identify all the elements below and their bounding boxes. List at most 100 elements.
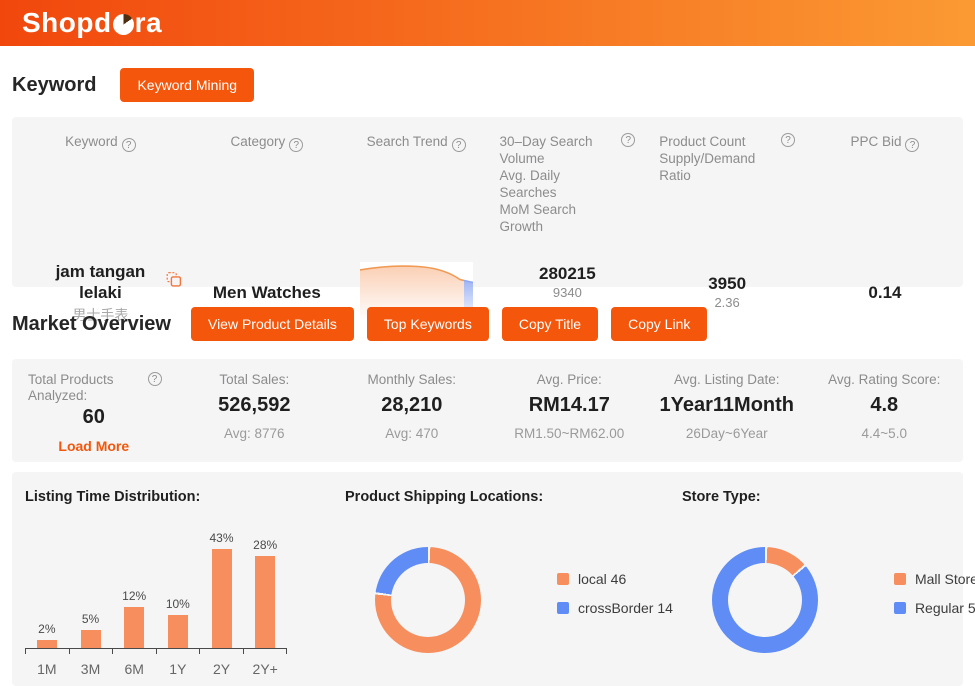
shipping-donut — [375, 547, 481, 653]
keyword-text: jam tangan lelaki — [55, 261, 146, 302]
legend-item[interactable]: Regular 52 — [893, 599, 975, 616]
col-header-keyword: Keyword? — [12, 133, 189, 235]
bar-group: 5% — [69, 612, 113, 648]
x-axis-labels: 1M 3M 6M 1Y 2Y 2Y+ — [25, 661, 287, 677]
supply-demand-value: 2.36 — [714, 294, 740, 310]
col-header-category: Category? — [189, 133, 345, 235]
col-header-category-label: Category — [230, 134, 286, 149]
store-type-legend: Mall Store 8 Regular 52 — [893, 571, 975, 616]
x-tick-label: 6M — [124, 661, 144, 677]
help-icon[interactable]: ? — [781, 133, 795, 147]
stat-sub: Avg: 8776 — [224, 426, 285, 441]
stat-value: 1Year11Month — [659, 394, 795, 416]
x-tick-label: 1Y — [169, 661, 187, 677]
bar-group: 43% — [200, 531, 244, 648]
stat-total-products: Total Products Analyzed: ? 60 Load More — [12, 372, 176, 462]
keyword-mining-button[interactable]: Keyword Mining — [120, 68, 255, 102]
col-header-search-volume-label: 30–Day Search Volume Avg. Daily Searches… — [499, 134, 593, 234]
pie-circle-icon — [112, 14, 134, 35]
logo-text-left: Shopd — [22, 7, 112, 38]
x-tick-label: 2Y+ — [252, 661, 278, 677]
store-type-chart: Store Type: Mall Store 8 Regular 52 — [673, 472, 975, 686]
bar-group: 2% — [25, 622, 69, 648]
top-bar: Shopd ra — [0, 0, 975, 46]
copy-keyword-icon[interactable] — [166, 272, 182, 293]
logo-text-right: ra — [134, 7, 163, 38]
legend-item[interactable]: Mall Store 8 — [893, 571, 975, 587]
ppc-bid-cell: 0.14 — [807, 247, 963, 339]
legend-swatch-regular — [893, 601, 906, 614]
col-header-keyword-label: Keyword — [65, 134, 118, 149]
shopdora-app: Shopd ra Keyword Keyword Mining Keyword? … — [0, 0, 975, 686]
avg-daily-searches-value: 9340 — [552, 285, 582, 301]
legend-swatch-local — [557, 572, 569, 585]
bar-rect — [80, 630, 101, 648]
x-tick-label: 2Y — [212, 661, 231, 677]
category-value: Men Watches — [212, 283, 321, 302]
bar-group: 10% — [156, 597, 200, 648]
col-header-product-count: Product Count Supply/Demand Ratio? — [647, 133, 807, 235]
col-header-search-trend: Search Trend? — [345, 133, 488, 235]
bar-rect — [167, 615, 188, 648]
action-buttons: View Product Details Top Keywords Copy T… — [190, 307, 708, 341]
help-icon[interactable]: ? — [121, 138, 136, 152]
bar-rect — [124, 607, 145, 648]
load-more-link[interactable]: Load More — [12, 438, 176, 454]
copy-link-button[interactable]: Copy Link — [611, 307, 708, 341]
stat-monthly-sales: Monthly Sales: 28,210 Avg: 470 — [333, 372, 490, 462]
bar-chart: 2% 5% 12% 10% 43% 28% — [25, 521, 287, 648]
help-icon[interactable]: ? — [451, 138, 466, 152]
stat-value: 4.8 — [870, 394, 899, 416]
bar-value-label: 10% — [165, 597, 190, 611]
stat-label: Avg. Price: — [536, 372, 602, 387]
top-keywords-button[interactable]: Top Keywords — [366, 307, 489, 341]
stat-avg-rating: Avg. Rating Score: 4.8 4.4~5.0 — [806, 372, 963, 462]
stat-sub: Avg: 470 — [385, 426, 439, 441]
copy-title-button[interactable]: Copy Title — [501, 307, 599, 341]
legend-item[interactable]: local 46 — [557, 571, 673, 587]
stat-avg-price: Avg. Price: RM14.17 RM1.50~RM62.00 — [491, 372, 648, 462]
stat-sub: 26Day~6Year — [685, 426, 768, 441]
bar-value-label: 12% — [122, 589, 147, 603]
keyword-title: Keyword — [12, 73, 97, 96]
shopdora-logo[interactable]: Shopd ra — [22, 7, 162, 39]
view-product-details-button[interactable]: View Product Details — [190, 307, 354, 341]
col-header-ppc-bid: PPC Bid? — [807, 133, 963, 235]
store-type-donut — [711, 547, 818, 653]
stat-sub: 4.4~5.0 — [861, 426, 907, 441]
x-tick-label: 3M — [80, 661, 101, 677]
x-tick-label: 1M — [37, 661, 57, 677]
product-count-value: 3950 — [708, 273, 747, 293]
stat-label: Total Products Analyzed: — [28, 372, 114, 403]
stat-total-sales: Total Sales: 526,592 Avg: 8776 — [176, 372, 333, 462]
bar-group: 28% — [243, 538, 287, 648]
stat-label: Monthly Sales: — [367, 372, 457, 387]
x-axis — [25, 648, 287, 654]
listing-time-chart: Listing Time Distribution: 2% 5% 12% 10%… — [12, 472, 335, 686]
help-icon[interactable]: ? — [289, 138, 304, 152]
ppc-bid-value: 0.14 — [868, 283, 902, 302]
legend-label: local 46 — [578, 570, 627, 587]
listing-time-title: Listing Time Distribution: — [25, 489, 201, 505]
help-icon[interactable]: ? — [905, 138, 920, 152]
market-overview-title: Market Overview — [12, 312, 171, 335]
help-icon[interactable]: ? — [147, 372, 162, 386]
bar-value-label: 2% — [38, 622, 56, 636]
bar-rect — [36, 640, 57, 648]
legend-swatch-crossborder — [557, 601, 569, 614]
bar-value-label: 5% — [81, 612, 100, 626]
shipping-locations-chart: Product Shipping Locations: local 46 cro… — [335, 472, 673, 686]
bar-group: 12% — [112, 589, 156, 648]
stat-sub: RM1.50~RM62.00 — [514, 426, 625, 441]
market-stats-panel: Total Products Analyzed: ? 60 Load More … — [12, 359, 963, 462]
col-header-search-trend-label: Search Trend — [366, 134, 448, 149]
bar-value-label: 28% — [253, 538, 278, 552]
legend-swatch-mall — [893, 572, 906, 585]
bar-rect — [255, 556, 276, 648]
legend-label: Regular 52 — [914, 599, 975, 616]
legend-item[interactable]: crossBorder 14 — [557, 600, 673, 616]
store-type-title: Store Type: — [681, 489, 761, 505]
stat-label: Total Sales: — [219, 372, 290, 387]
charts-panel: Listing Time Distribution: 2% 5% 12% 10%… — [12, 472, 975, 686]
help-icon[interactable]: ? — [621, 133, 636, 147]
